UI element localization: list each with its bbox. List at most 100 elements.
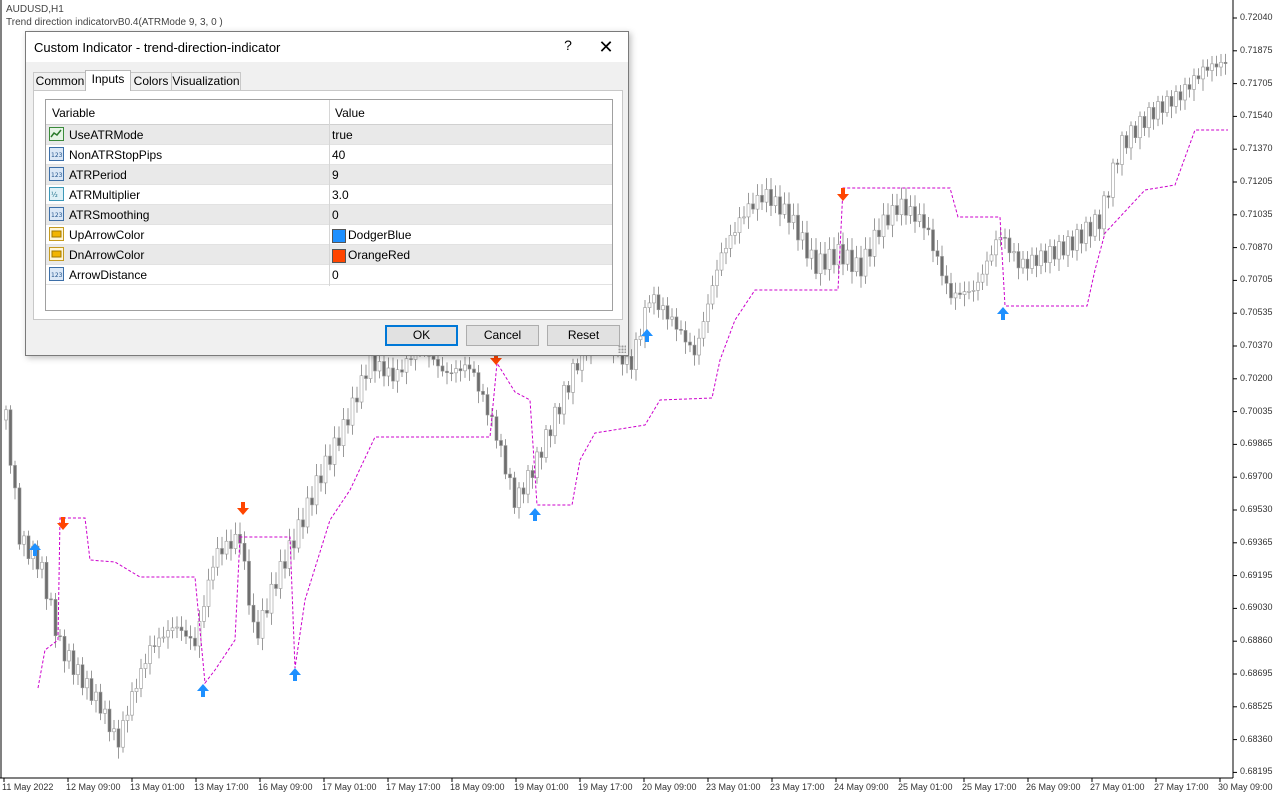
- help-button[interactable]: ?: [556, 37, 580, 53]
- cancel-button[interactable]: Cancel: [466, 325, 539, 346]
- candle-body: [908, 206, 913, 216]
- resize-grip-icon[interactable]: [618, 345, 626, 353]
- candle-body: [1151, 107, 1156, 120]
- candle-body: [494, 416, 499, 441]
- candle-body: [724, 248, 728, 254]
- column-separator[interactable]: [329, 100, 330, 286]
- candle-body: [463, 364, 467, 372]
- candle-body: [1088, 221, 1093, 237]
- candle-body: [899, 198, 904, 216]
- candle-body: [1111, 162, 1115, 198]
- candle-body: [868, 248, 872, 257]
- tab-common[interactable]: Common: [33, 72, 87, 90]
- param-value[interactable]: 40: [332, 148, 345, 162]
- time-tick-label: 25 May 17:00: [962, 782, 1017, 792]
- candle-body: [58, 635, 62, 638]
- param-value[interactable]: 0: [332, 208, 339, 222]
- price-tick-label: 0.71540: [1240, 110, 1273, 121]
- reset-button[interactable]: Reset: [547, 325, 620, 346]
- custom-indicator-dialog[interactable]: Custom Indicator - trend-direction-indic…: [25, 31, 629, 356]
- column-header-value[interactable]: Value: [335, 106, 365, 120]
- candle-body: [566, 385, 571, 393]
- candle-body: [827, 248, 832, 270]
- candle-body: [436, 359, 440, 367]
- candle-body: [971, 290, 976, 292]
- candle-body: [1205, 66, 1210, 71]
- candle-body: [40, 561, 44, 570]
- candle-body: [229, 540, 233, 549]
- color-swatch[interactable]: [332, 229, 346, 243]
- param-value[interactable]: true: [332, 128, 353, 142]
- down-arrow-icon: [57, 517, 69, 530]
- candle-body: [1192, 75, 1196, 90]
- tab-inputs[interactable]: Inputs: [85, 70, 131, 91]
- candle-body: [103, 708, 107, 714]
- time-tick-label: 17 May 01:00: [322, 782, 377, 792]
- candle-body: [944, 275, 949, 284]
- bool-icon: [49, 127, 64, 141]
- candle-body: [850, 249, 854, 273]
- candle-body: [521, 487, 526, 495]
- candle-body: [683, 330, 688, 343]
- candle-body: [958, 292, 962, 295]
- tab-visualization[interactable]: Visualization: [171, 72, 241, 90]
- candle-body: [116, 728, 121, 748]
- candle-body: [400, 369, 404, 373]
- close-button[interactable]: ✕: [592, 34, 620, 60]
- candle-body: [161, 636, 166, 639]
- candle-body: [301, 519, 305, 528]
- param-value[interactable]: 0: [332, 268, 339, 282]
- candle-body: [656, 294, 661, 311]
- candle-body: [926, 227, 931, 231]
- candle-body: [1201, 66, 1205, 80]
- candle-body: [967, 291, 971, 293]
- candle-body: [818, 253, 823, 274]
- candle-body: [188, 636, 193, 639]
- candle-body: [458, 368, 463, 372]
- param-value[interactable]: 9: [332, 168, 339, 182]
- price-tick-label: 0.70870: [1240, 241, 1273, 252]
- candle-body: [1115, 162, 1120, 165]
- candle-body: [1021, 258, 1025, 269]
- candle-body: [139, 668, 143, 689]
- candle-body: [94, 691, 98, 701]
- candle-body: [1196, 75, 1201, 80]
- tab-colors[interactable]: Colors: [130, 72, 172, 90]
- candle-body: [305, 497, 310, 528]
- candle-body: [737, 217, 742, 233]
- up-arrow-icon: [529, 508, 541, 521]
- column-header-variable[interactable]: Variable: [52, 106, 95, 120]
- param-name: ATRPeriod: [69, 168, 127, 182]
- candle-body: [193, 637, 197, 647]
- time-tick-label: 16 May 09:00: [258, 782, 313, 792]
- candle-body: [863, 248, 868, 277]
- candle-body: [719, 252, 724, 271]
- price-tick-label: 0.70035: [1240, 405, 1273, 416]
- candle-body: [1178, 91, 1183, 101]
- candle-body: [1187, 84, 1192, 90]
- color-swatch[interactable]: [332, 249, 346, 263]
- candle-body: [751, 203, 755, 210]
- param-name: ATRMultiplier: [69, 188, 141, 202]
- candle-body: [1016, 251, 1021, 269]
- dialog-titlebar[interactable]: Custom Indicator - trend-direction-indic…: [26, 32, 628, 62]
- price-tick-label: 0.71875: [1240, 44, 1273, 55]
- candle-body: [1066, 236, 1070, 256]
- candle-body: [89, 678, 94, 701]
- ok-button[interactable]: OK: [385, 325, 458, 346]
- time-tick-label: 25 May 01:00: [898, 782, 953, 792]
- candle-body: [544, 429, 548, 458]
- price-tick-label: 0.70535: [1240, 307, 1273, 318]
- candle-body: [688, 341, 692, 346]
- param-value[interactable]: DodgerBlue: [348, 228, 411, 242]
- param-name: ArrowDistance: [69, 268, 148, 282]
- candle-body: [148, 645, 152, 664]
- price-tick-label: 0.69030: [1240, 602, 1273, 613]
- candle-body: [499, 440, 503, 446]
- candle-body: [319, 475, 323, 484]
- candle-body: [638, 335, 643, 340]
- candle-body: [571, 363, 575, 393]
- param-value[interactable]: OrangeRed: [348, 248, 410, 262]
- candle-body: [913, 206, 917, 222]
- param-value[interactable]: 3.0: [332, 188, 349, 202]
